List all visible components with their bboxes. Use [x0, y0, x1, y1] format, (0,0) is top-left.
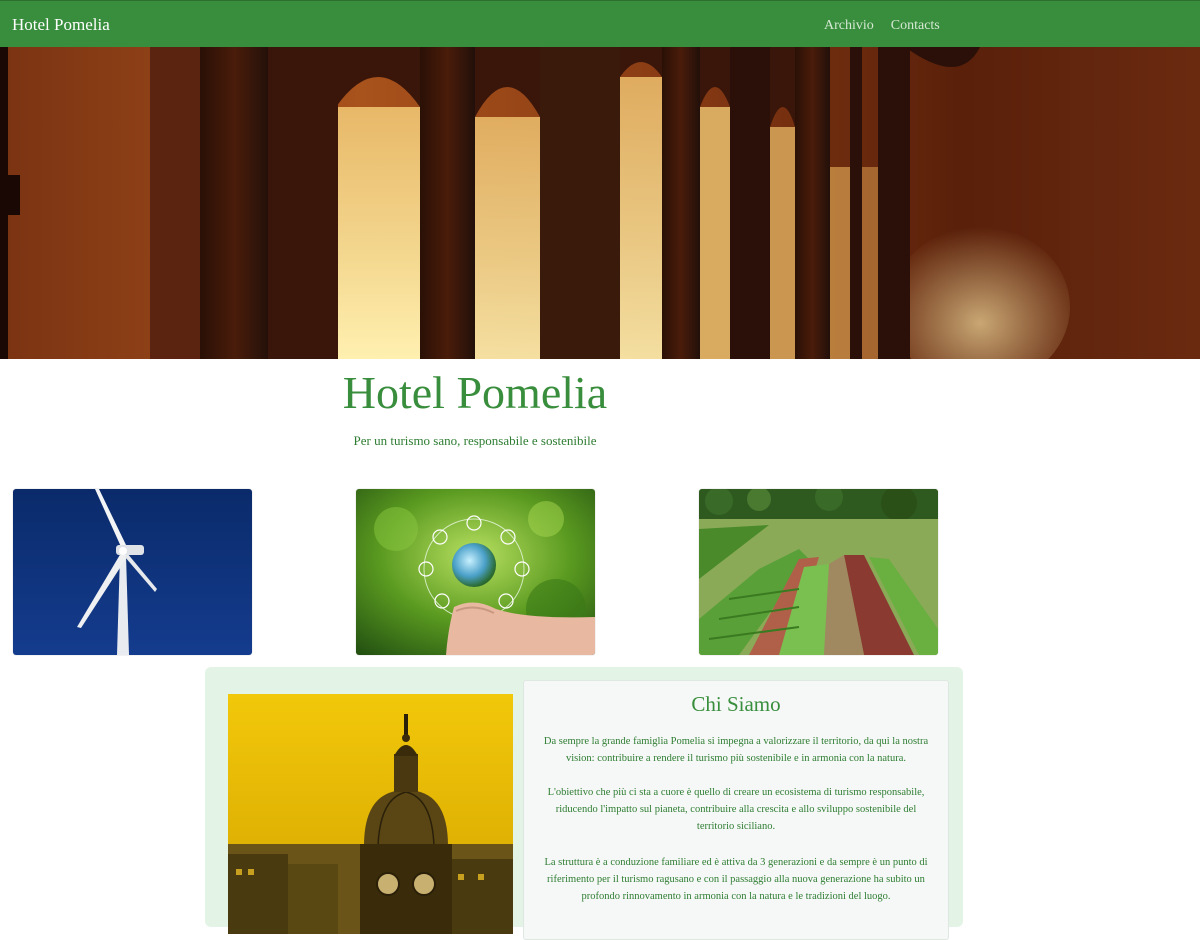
navbar: Hotel Pomelia Archivio Contacts [0, 0, 1200, 47]
wind-turbine-photo [13, 489, 252, 655]
vegetable-garden-photo [699, 489, 938, 655]
about-section: Chi Siamo Da sempre la grande famiglia P… [205, 667, 963, 940]
title-block: Hotel Pomelia Per un turismo sano, respo… [205, 365, 745, 449]
about-paragraph-3: La struttura è a conduzione familiare ed… [544, 857, 928, 902]
nav-link-contacts[interactable]: Contacts [891, 18, 940, 33]
brand-link[interactable]: Hotel Pomelia [12, 15, 110, 35]
card-vegetable-garden [699, 489, 938, 655]
about-title: Chi Siamo [691, 692, 781, 716]
city-photo [228, 694, 513, 934]
card-wind-turbine [13, 489, 252, 655]
about-card: Chi Siamo Da sempre la grande famiglia P… [523, 680, 949, 940]
nav-links: Archivio Contacts [824, 16, 953, 35]
hero-image [0, 47, 1200, 359]
nav-link-archivio[interactable]: Archivio [824, 18, 874, 33]
card-green-energy [356, 489, 595, 655]
green-energy-hand-photo [356, 489, 595, 655]
cathedral-dome-photo [228, 694, 513, 934]
about-paragraph-1: Da sempre la grande famiglia Pomelia si … [543, 736, 929, 764]
tagline: Per un turismo sano, responsabile e sost… [353, 433, 597, 448]
about-paragraph-2: L'obiettivo che più ci sta a cuore è que… [547, 787, 925, 832]
site-title: Hotel Pomelia [342, 367, 608, 418]
